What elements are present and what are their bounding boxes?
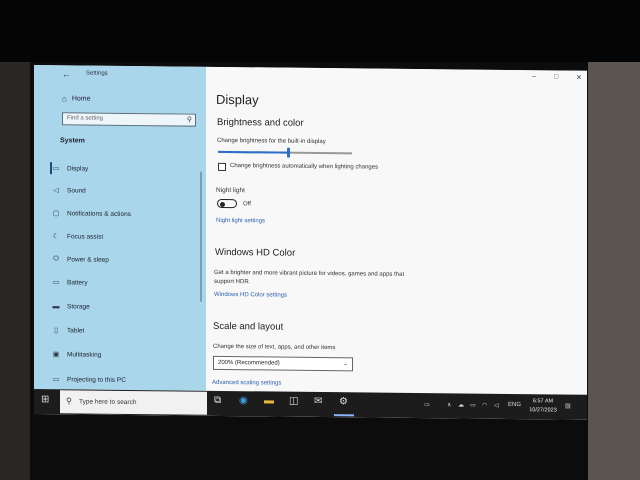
sidebar-home[interactable]: ⌂ Home [62, 94, 91, 103]
monitor-bezel [0, 0, 640, 62]
wifi-icon[interactable]: ◠ [482, 402, 487, 409]
taskbar-search-placeholder: Type here to search [79, 398, 137, 407]
toggle-knob [220, 201, 225, 207]
sidebar-item-notifications[interactable]: ▢ Notifications & actions [50, 204, 200, 224]
sidebar-item-sound[interactable]: ◁ Sound [50, 181, 200, 201]
night-light-state: Off [243, 201, 251, 208]
storage-icon: ▬ [52, 302, 60, 310]
scale-layout-heading: Scale and layout [213, 320, 284, 333]
power-icon: ⏻ [53, 255, 59, 263]
sidebar-item-label: Tablet [67, 326, 85, 335]
volume-icon[interactable]: ◁ [494, 402, 499, 409]
night-light-label: Night light [216, 186, 245, 195]
sidebar-item-tablet[interactable]: ▯ Tablet [50, 321, 200, 341]
windows-start-icon[interactable]: ⊞ [41, 394, 49, 405]
sidebar-item-label: Notifications & actions [67, 209, 131, 218]
hd-color-description-2: support HDR. [214, 278, 251, 286]
mail-icon[interactable]: ✉ [314, 396, 322, 407]
scale-dropdown[interactable]: 200% (Recommended) ⌄ [213, 355, 353, 372]
sidebar-item-projecting[interactable]: ▭ Projecting to this PC [50, 370, 200, 390]
monitor-icon: ▭ [52, 165, 60, 173]
taskbar-search-box[interactable]: ⚲ Type here to search [60, 390, 207, 415]
brightness-slider[interactable] [218, 147, 352, 158]
chevron-down-icon: ⌄ [342, 361, 348, 368]
clock-date: 10/27/2023 [529, 407, 557, 414]
scale-selected-value: 200% (Recommended) [218, 359, 280, 367]
brightness-slider-thumb[interactable] [286, 147, 290, 158]
page-title: Display [216, 91, 259, 108]
notifications-icon[interactable]: ▤ [565, 403, 571, 410]
hd-color-heading: Windows HD Color [215, 246, 296, 259]
sidebar-item-label: Projecting to this PC [67, 375, 126, 384]
battery-icon[interactable]: ▭ [470, 402, 476, 409]
taskbar: ⊞ ⚲ Type here to search ⧉ ◉ ▬ ◫ ✉ ⚙ ▭ ∧ … [34, 389, 587, 420]
search-placeholder: Find a setting [67, 115, 104, 122]
back-arrow-icon[interactable]: ← [62, 69, 71, 79]
background-right [588, 62, 640, 480]
sidebar-item-label: Sound [67, 186, 86, 195]
store-icon[interactable]: ◫ [289, 396, 298, 407]
battery-icon: ▭ [52, 279, 60, 287]
projecting-icon: ▭ [52, 376, 60, 384]
active-app-indicator [334, 414, 354, 417]
sidebar-item-label: Display [67, 164, 89, 173]
minimize-button[interactable]: – [532, 73, 536, 80]
sidebar-item-power-sleep[interactable]: ⏻ Power & sleep [50, 250, 200, 270]
find-setting-input[interactable]: Find a setting ⚲ [62, 112, 196, 127]
section-label-system: System [60, 137, 85, 145]
sidebar-item-label: Power & sleep [67, 255, 109, 264]
taskbar-clock[interactable]: 6:57 AM 10/27/2023 [529, 397, 557, 415]
close-button[interactable]: ✕ [576, 74, 582, 82]
search-icon: ⚲ [66, 396, 72, 406]
language-indicator[interactable]: ENG [508, 402, 521, 408]
tray-overflow-icon[interactable]: ∧ [447, 401, 451, 408]
sidebar-item-storage[interactable]: ▬ Storage [50, 297, 200, 317]
sidebar-item-focus-assist[interactable]: ☾ Focus assist [50, 227, 200, 247]
night-light-settings-link[interactable]: Night light settings [216, 218, 265, 225]
notifications-icon: ▢ [52, 210, 60, 218]
brightness-slider-fill [218, 150, 288, 154]
advanced-scaling-link[interactable]: Advanced scaling settings [212, 380, 281, 387]
sidebar-item-battery[interactable]: ▭ Battery [50, 273, 200, 293]
file-explorer-icon[interactable]: ▬ [264, 395, 274, 406]
speaker-icon: ◁ [53, 187, 59, 195]
settings-sidebar: ← Settings ⌂ Home Find a setting ⚲ Syste… [34, 65, 206, 391]
brightness-heading: Brightness and color [217, 116, 304, 129]
cloud-icon[interactable]: ☁ [458, 401, 464, 408]
multitasking-icon: ▣ [52, 351, 60, 359]
background-left [0, 62, 30, 480]
clock-time: 6:57 AM [532, 398, 554, 405]
sidebar-item-display[interactable]: ▭ Display [50, 159, 200, 179]
scale-label: Change the size of text, apps, and other… [213, 343, 336, 352]
edge-browser-icon[interactable]: ◉ [239, 395, 248, 406]
sidebar-item-label: Storage [67, 302, 90, 311]
hd-color-settings-link[interactable]: Windows HD Color settings [214, 292, 287, 299]
home-label: Home [71, 95, 91, 103]
brightness-slider-label: Change brightness for the built-in displ… [217, 137, 326, 146]
sidebar-item-multitasking[interactable]: ▣ Multitasking [50, 345, 200, 365]
sidebar-scrollbar[interactable] [200, 171, 202, 302]
tablet-mode-icon[interactable]: ▭ [424, 401, 430, 408]
display-settings-pane: – □ ✕ Display Brightness and color Chang… [206, 66, 587, 395]
sidebar-item-label: Focus assist [67, 232, 104, 241]
search-icon: ⚲ [186, 116, 192, 124]
maximize-button[interactable]: □ [554, 73, 558, 80]
sidebar-item-label: Multitasking [67, 350, 102, 359]
settings-gear-icon[interactable]: ⚙ [339, 396, 348, 407]
screen: ← Settings ⌂ Home Find a setting ⚲ Syste… [34, 65, 587, 420]
tablet-icon: ▯ [54, 327, 58, 335]
auto-brightness-checkbox[interactable] [218, 162, 226, 172]
moon-icon: ☾ [52, 233, 60, 241]
sidebar-item-label: Battery [67, 278, 88, 287]
auto-brightness-label: Change brightness automatically when lig… [230, 163, 379, 171]
task-view-icon[interactable]: ⧉ [214, 395, 221, 406]
hd-color-description-1: Get a brighter and more vibrant picture … [214, 269, 405, 278]
home-icon: ⌂ [62, 94, 67, 104]
window-title: Settings [86, 70, 108, 77]
night-light-toggle[interactable] [217, 198, 237, 209]
